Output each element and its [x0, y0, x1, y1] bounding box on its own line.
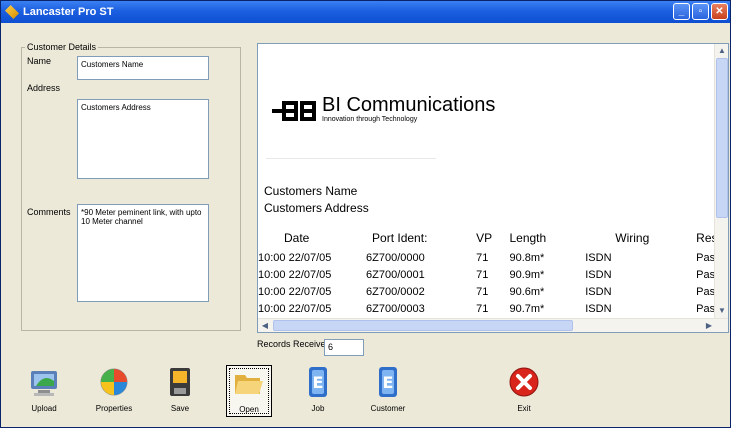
scroll-down-icon[interactable]: ▼	[715, 304, 728, 318]
svg-text:E: E	[313, 373, 324, 392]
title-bar[interactable]: Lancaster Pro ST _ ▫ ✕	[1, 1, 730, 23]
column-header: Wiring	[615, 231, 650, 245]
table-cell: 71	[476, 251, 489, 264]
bi-logo-icon	[272, 101, 316, 121]
app-window: Lancaster Pro ST _ ▫ ✕ Customer Details …	[0, 0, 731, 428]
properties-label: Properties	[95, 404, 133, 413]
brand-name: BI Communications	[322, 94, 496, 116]
job-icon: E	[309, 367, 327, 397]
records-header-row: Date Port Ident: VP Length Wiring Resu	[258, 231, 728, 249]
report-customer-address: Customers Address	[264, 201, 369, 215]
scroll-right-icon[interactable]: ▶	[702, 319, 716, 332]
table-cell: 71	[476, 285, 489, 298]
table-row: 10:00 22/07/05 6Z700/0002 71 90.6m* ISDN…	[258, 283, 728, 300]
name-label: Name	[27, 56, 52, 66]
table-cell: 71	[476, 268, 489, 281]
open-button[interactable]: Open	[226, 365, 272, 417]
column-header: Date	[284, 231, 310, 245]
records-received-field[interactable]: 6	[324, 339, 364, 356]
table-cell: ISDN	[585, 285, 612, 298]
horizontal-scrollbar[interactable]: ◀ ▶	[258, 318, 728, 332]
minimize-button[interactable]: _	[673, 3, 690, 20]
column-header: Port Ident:	[372, 231, 428, 245]
table-row: 10:00 22/07/05 6Z700/0000 71 90.8m* ISDN…	[258, 249, 728, 266]
upload-label: Upload	[31, 404, 57, 413]
name-field[interactable]: Customers Name	[77, 56, 209, 80]
save-icon	[170, 368, 190, 396]
report-preview[interactable]: BI Communications Innovation through Tec…	[257, 43, 729, 333]
address-label: Address	[27, 83, 61, 93]
save-button[interactable]: Save	[157, 365, 203, 417]
window-controls: _ ▫ ✕	[673, 3, 728, 20]
customer-icon: E	[379, 367, 397, 397]
customer-button[interactable]: E Customer	[365, 365, 411, 417]
table-cell: 6Z700/0003	[366, 302, 425, 315]
table-cell: ISDN	[585, 302, 612, 315]
svg-text:E: E	[383, 373, 394, 392]
table-cell: 90.8m*	[509, 251, 545, 264]
app-icon	[5, 5, 19, 19]
column-header: Length	[509, 231, 547, 245]
table-cell: 90.7m*	[509, 302, 545, 315]
table-cell: 10:00 22/07/05	[258, 251, 332, 264]
properties-icon	[100, 368, 128, 396]
customer-label: Customer	[370, 404, 406, 413]
report-customer-name: Customers Name	[264, 184, 358, 198]
table-cell: 10:00 22/07/05	[258, 268, 332, 281]
computer-upload-icon	[31, 371, 57, 396]
comments-label: Comments	[27, 207, 71, 217]
table-row: 10:00 22/07/05 6Z700/0003 71 90.7m* ISDN…	[258, 300, 728, 317]
vertical-scrollbar[interactable]: ▲ ▼	[714, 44, 728, 318]
table-cell: 6Z700/0000	[366, 251, 425, 264]
table-cell: 10:00 22/07/05	[258, 302, 332, 315]
job-label: Job	[311, 404, 325, 413]
table-cell: ISDN	[585, 268, 612, 281]
column-header: VP	[476, 231, 493, 245]
report-divider	[266, 158, 436, 159]
table-cell: 10:00 22/07/05	[258, 285, 332, 298]
upload-button[interactable]: Upload	[21, 365, 67, 417]
exit-button[interactable]: Exit	[501, 365, 547, 417]
open-label: Open	[239, 405, 259, 414]
table-cell: 6Z700/0002	[366, 285, 425, 298]
maximize-button[interactable]: ▫	[692, 3, 709, 20]
folder-open-icon	[235, 375, 263, 394]
close-button[interactable]: ✕	[711, 3, 728, 20]
table-cell: 6Z700/0001	[366, 268, 425, 281]
vertical-scroll-thumb[interactable]	[716, 58, 728, 218]
brand-tagline: Innovation through Technology	[322, 116, 418, 123]
job-button[interactable]: E Job	[295, 365, 341, 417]
horizontal-scroll-thumb[interactable]	[273, 320, 573, 331]
table-row: 10:00 22/07/05 6Z700/0001 71 90.9m* ISDN…	[258, 266, 728, 283]
table-cell: 90.6m*	[509, 285, 545, 298]
exit-icon	[509, 367, 539, 397]
scroll-up-icon[interactable]: ▲	[715, 44, 728, 58]
table-cell: 71	[476, 302, 489, 315]
records-received-label: Records Received	[257, 339, 331, 349]
customer-details-legend: Customer Details	[25, 42, 99, 52]
save-label: Save	[170, 404, 190, 413]
window-title: Lancaster Pro ST	[23, 6, 114, 18]
exit-label: Exit	[517, 404, 531, 413]
address-field[interactable]: Customers Address	[77, 99, 209, 179]
comments-field[interactable]: *90 Meter peminent link, with upto 10 Me…	[77, 204, 209, 302]
properties-button[interactable]: Properties	[91, 365, 137, 417]
table-cell: 90.9m*	[509, 268, 545, 281]
records-table: Date Port Ident: VP Length Wiring Resu 1…	[258, 231, 728, 317]
scroll-left-icon[interactable]: ◀	[258, 319, 272, 332]
table-cell: ISDN	[585, 251, 612, 264]
